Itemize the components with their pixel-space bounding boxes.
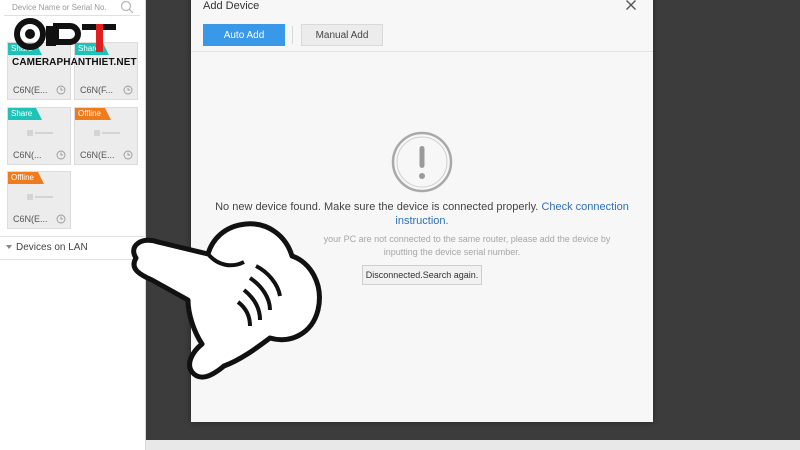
search-again-button[interactable]: Disconnected.Search again. xyxy=(362,265,482,285)
device-name: C6N(E... xyxy=(80,150,115,160)
bottom-toolbar xyxy=(146,440,800,450)
share-badge: Share xyxy=(8,108,43,120)
tab-manual-add[interactable]: Manual Add xyxy=(301,24,383,46)
device-name: C6N(E... xyxy=(13,214,48,224)
device-name: C6N(F... xyxy=(80,85,114,95)
device-list-panel: Share C6N(E... Share C6N(F... Share C6N(… xyxy=(0,0,146,450)
clock-icon[interactable] xyxy=(123,150,133,160)
ezviz-logo-icon xyxy=(27,130,53,136)
dialog-title: Add Device xyxy=(203,0,260,12)
device-card[interactable]: Offline C6N(E... xyxy=(74,107,138,165)
offline-badge: Offline xyxy=(75,108,111,120)
device-name: C6N(... xyxy=(13,150,42,160)
tab-divider xyxy=(292,26,293,44)
ezviz-logo-icon xyxy=(27,194,53,200)
clock-icon[interactable] xyxy=(56,85,66,95)
pointing-hand-icon xyxy=(131,221,322,380)
device-name: C6N(E... xyxy=(13,85,48,95)
tab-auto-add[interactable]: Auto Add xyxy=(203,24,285,46)
offline-badge: Offline xyxy=(8,172,44,184)
device-card[interactable]: Share C6N(... xyxy=(7,107,71,165)
close-icon[interactable] xyxy=(625,0,637,11)
watermark-logo-text: CAMERAPHANTHIET.NET xyxy=(12,57,137,68)
device-card[interactable]: Offline C6N(E... xyxy=(7,171,71,229)
instruction-link[interactable]: instruction. xyxy=(395,215,448,227)
warning-icon xyxy=(391,131,453,193)
devices-on-lan-header[interactable]: Devices on LAN xyxy=(0,236,146,260)
devices-on-lan-label: Devices on LAN xyxy=(16,242,88,253)
check-connection-link[interactable]: Check connection xyxy=(541,201,628,213)
chevron-down-icon xyxy=(6,245,12,249)
tab-bar: Auto Add Manual Add xyxy=(191,18,653,52)
clock-icon[interactable] xyxy=(56,150,66,160)
clock-icon[interactable] xyxy=(56,214,66,224)
ezviz-logo-icon xyxy=(94,130,120,136)
clock-icon[interactable] xyxy=(123,85,133,95)
